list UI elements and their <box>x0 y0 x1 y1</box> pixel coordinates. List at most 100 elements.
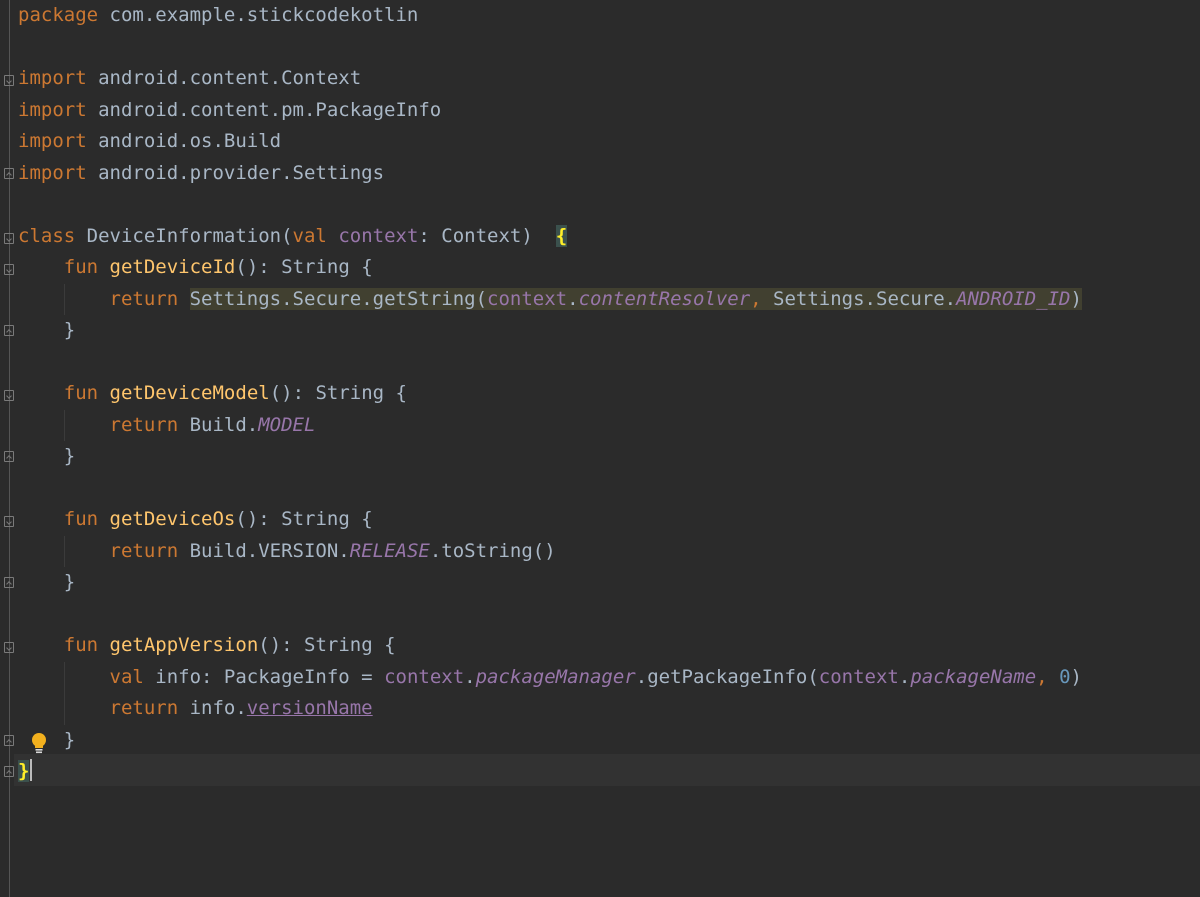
code-token: import <box>18 98 87 121</box>
code-token: context <box>487 287 568 310</box>
code-token: .toString() <box>429 539 556 562</box>
code-token: { <box>555 224 568 247</box>
code-token: Build.VERSION. <box>178 539 350 562</box>
code-line-text: return Build.VERSION.RELEASE.toString() <box>18 536 556 567</box>
text-cursor <box>30 759 32 781</box>
fold-marker-icon[interactable] <box>4 734 14 746</box>
code-token: import <box>18 161 87 184</box>
code-line-text: import android.os.Build <box>18 126 281 157</box>
code-token: return <box>109 697 179 719</box>
gutter-divider <box>9 0 10 897</box>
code-token: Settings.Secure. <box>761 287 957 310</box>
code-token: android.provider.Settings <box>86 161 385 184</box>
fold-marker-icon[interactable] <box>4 577 14 588</box>
code-token: info: PackageInfo = <box>143 665 385 688</box>
code-token: , <box>750 287 762 310</box>
code-line-text: } <box>18 315 75 346</box>
code-line-text: class DeviceInformation(val context: Con… <box>18 221 568 252</box>
code-token: import <box>18 67 87 89</box>
code-token: ANDROID_ID <box>956 287 1071 310</box>
code-token: (): String { <box>235 256 373 278</box>
code-token: class <box>18 224 76 247</box>
code-line-text: return Settings.Secure.getString(context… <box>18 284 1082 315</box>
code-token: . <box>898 665 911 688</box>
code-token: getDeviceId <box>109 256 236 278</box>
fold-marker-icon[interactable] <box>4 766 14 777</box>
code-token: return <box>109 539 179 562</box>
code-token: RELEASE <box>349 539 430 562</box>
code-token: packageManager <box>475 665 636 688</box>
code-line-text: } <box>18 756 30 787</box>
code-token: val <box>292 224 327 247</box>
code-line-text: } <box>18 567 75 598</box>
code-line-text: fun getDeviceId(): String { <box>18 252 373 283</box>
fold-marker-icon[interactable] <box>4 167 14 179</box>
code-token: val <box>109 665 144 688</box>
code-token: context <box>818 665 899 688</box>
fold-marker-icon[interactable] <box>4 390 14 401</box>
code-token: MODEL <box>258 413 316 436</box>
code-token: } <box>18 571 76 593</box>
code-line-text: val info: PackageInfo = context. packageM… <box>18 662 1082 693</box>
code-token: getDeviceModel <box>109 382 270 404</box>
code-line-text: fun getDeviceOs(): String { <box>18 504 373 535</box>
fold-marker-icon[interactable] <box>4 516 14 527</box>
code-line-text: import android.provider.Settings <box>18 158 384 189</box>
indent-guide <box>64 661 65 725</box>
code-token: package <box>18 4 99 26</box>
code-line-text: return info.versionName <box>18 693 373 724</box>
code-line-text: import android.content.pm.PackageInfo <box>18 95 441 126</box>
fold-marker-icon[interactable] <box>4 325 14 336</box>
code-token: } <box>18 319 76 341</box>
code-line-text: import android.content.Context <box>18 63 361 94</box>
code-line-text: package com.example.stickcodekotlin <box>18 0 418 31</box>
lightbulb-icon[interactable] <box>30 732 48 754</box>
caret-row-highlight <box>14 754 1200 786</box>
code-token: android.content.Context <box>86 67 362 89</box>
code-token: .getPackageInfo( <box>635 665 819 688</box>
code-token: (): String { <box>235 508 373 530</box>
code-token: Settings.Secure.getString( <box>189 287 488 310</box>
code-token: fun <box>63 256 99 278</box>
code-token: versionName <box>246 697 373 719</box>
code-token: contentResolver <box>578 287 751 310</box>
code-token: (): String { <box>258 634 396 656</box>
code-line-text: fun getDeviceModel(): String { <box>18 378 407 409</box>
code-editor[interactable]: package com.example.stickcodekotlin impor… <box>0 0 1200 897</box>
code-token: fun <box>63 634 99 656</box>
code-token: getDeviceOs <box>109 508 236 530</box>
code-token: fun <box>63 382 99 404</box>
fold-marker-icon[interactable] <box>4 75 14 86</box>
code-token: : Context) <box>418 224 556 247</box>
fold-marker-icon[interactable] <box>4 264 14 275</box>
code-token: return <box>109 413 179 436</box>
indent-guide <box>64 283 65 315</box>
code-token: ) <box>1070 665 1082 688</box>
code-token: info. <box>178 697 247 719</box>
code-token: import <box>18 130 87 152</box>
fold-marker-icon[interactable] <box>4 232 14 244</box>
code-token: getAppVersion <box>109 634 259 656</box>
fold-marker-icon[interactable] <box>4 642 14 653</box>
code-line-text: return Build.MODEL <box>18 410 316 441</box>
code-token: } <box>18 760 30 782</box>
code-token: 0 <box>1059 665 1071 688</box>
code-line-text: } <box>18 441 75 472</box>
code-token: (): String { <box>269 382 407 404</box>
code-token: Build. <box>178 413 259 436</box>
code-token: context <box>384 665 465 688</box>
fold-marker-icon[interactable] <box>4 451 14 462</box>
indent-guide <box>64 409 65 441</box>
code-token: fun <box>63 508 99 530</box>
code-token: DeviceInformation( <box>75 224 293 247</box>
